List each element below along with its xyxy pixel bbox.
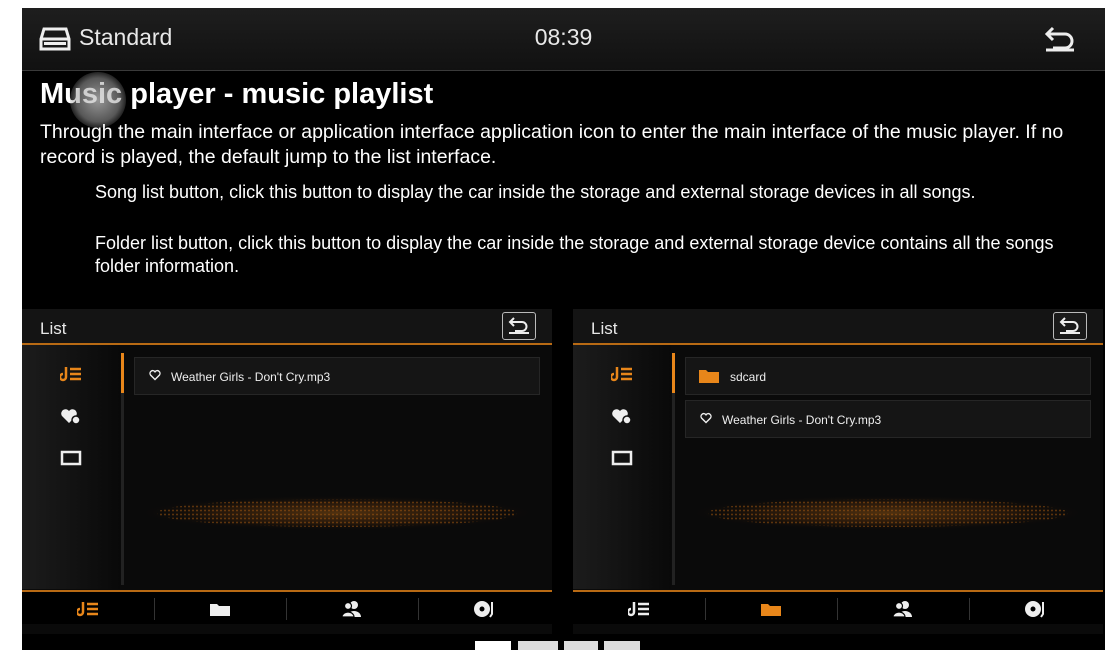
page-indicator [564, 641, 598, 650]
clock: 08:39 [534, 24, 593, 50]
equalizer-glow [132, 495, 542, 531]
music-list-icon [77, 602, 98, 617]
panel-title: List [591, 319, 618, 338]
favorites-icon[interactable] [611, 407, 633, 425]
tab-album-list[interactable] [969, 592, 1101, 624]
video-icon[interactable] [60, 449, 82, 467]
tab-artist-list[interactable] [837, 592, 969, 624]
song-list-note: Song list button, click this button to d… [95, 182, 976, 202]
category-sidebar [573, 345, 671, 589]
video-icon[interactable] [611, 449, 633, 467]
tab-song-list[interactable] [573, 592, 705, 624]
song-title: Weather Girls - Don't Cry.mp3 [171, 370, 331, 384]
panel-header: List [22, 309, 552, 345]
song-item[interactable]: Weather Girls - Don't Cry.mp3 [134, 357, 540, 395]
folder-item[interactable]: sdcard [685, 357, 1091, 395]
folder-list-panel: List sdcard Weather Girls - Don't Cry.mp… [573, 309, 1103, 634]
album-icon [1025, 601, 1044, 618]
bottom-tab-bar [22, 590, 552, 624]
panel-header: List [573, 309, 1103, 345]
song-list-panel: List Weather Girls - Don't Cry.mp3 [22, 309, 552, 634]
back-icon [508, 317, 529, 334]
bottom-tab-bar [573, 590, 1103, 624]
tab-song-list[interactable] [22, 592, 154, 624]
heart-outline-icon [700, 412, 712, 424]
tab-artist-list[interactable] [286, 592, 418, 624]
favorites-icon[interactable] [60, 407, 82, 425]
panel-title: List [40, 319, 67, 338]
intro-text: Through the main interface or applicatio… [40, 121, 1064, 168]
song-item[interactable]: Weather Girls - Don't Cry.mp3 [685, 400, 1091, 438]
page-indicator [518, 641, 558, 650]
song-title: Weather Girls - Don't Cry.mp3 [722, 413, 882, 427]
tab-album-list[interactable] [418, 592, 550, 624]
panel-back-button[interactable] [502, 312, 536, 340]
category-sidebar [22, 345, 120, 589]
album-icon [474, 601, 493, 618]
heart-outline-icon [149, 369, 161, 381]
tab-folder-list[interactable] [154, 592, 286, 624]
artists-icon [892, 601, 912, 618]
folder-name: sdcard [730, 370, 767, 384]
page-indicator [604, 641, 640, 650]
equalizer-glow [683, 495, 1093, 531]
sidebar-scroll-indicator [672, 353, 675, 585]
back-icon [1059, 317, 1080, 334]
tab-folder-list[interactable] [705, 592, 837, 624]
music-list-icon [628, 602, 649, 617]
back-icon[interactable] [1043, 24, 1077, 52]
folder-icon [761, 604, 781, 616]
music-list-icon[interactable] [611, 365, 633, 383]
status-bar: Standard 08:39 [22, 8, 1105, 71]
folder-list-note: Folder list button, click this button to… [95, 233, 1054, 276]
panel-back-button[interactable] [1053, 312, 1087, 340]
screen: Standard 08:39 Music player - music play… [22, 8, 1105, 650]
folder-icon [210, 604, 230, 616]
folder-icon [699, 370, 719, 383]
page-indicator-active [475, 641, 511, 650]
music-list-icon[interactable] [60, 365, 82, 383]
artists-icon [341, 601, 361, 618]
sidebar-scroll-indicator [121, 353, 124, 585]
